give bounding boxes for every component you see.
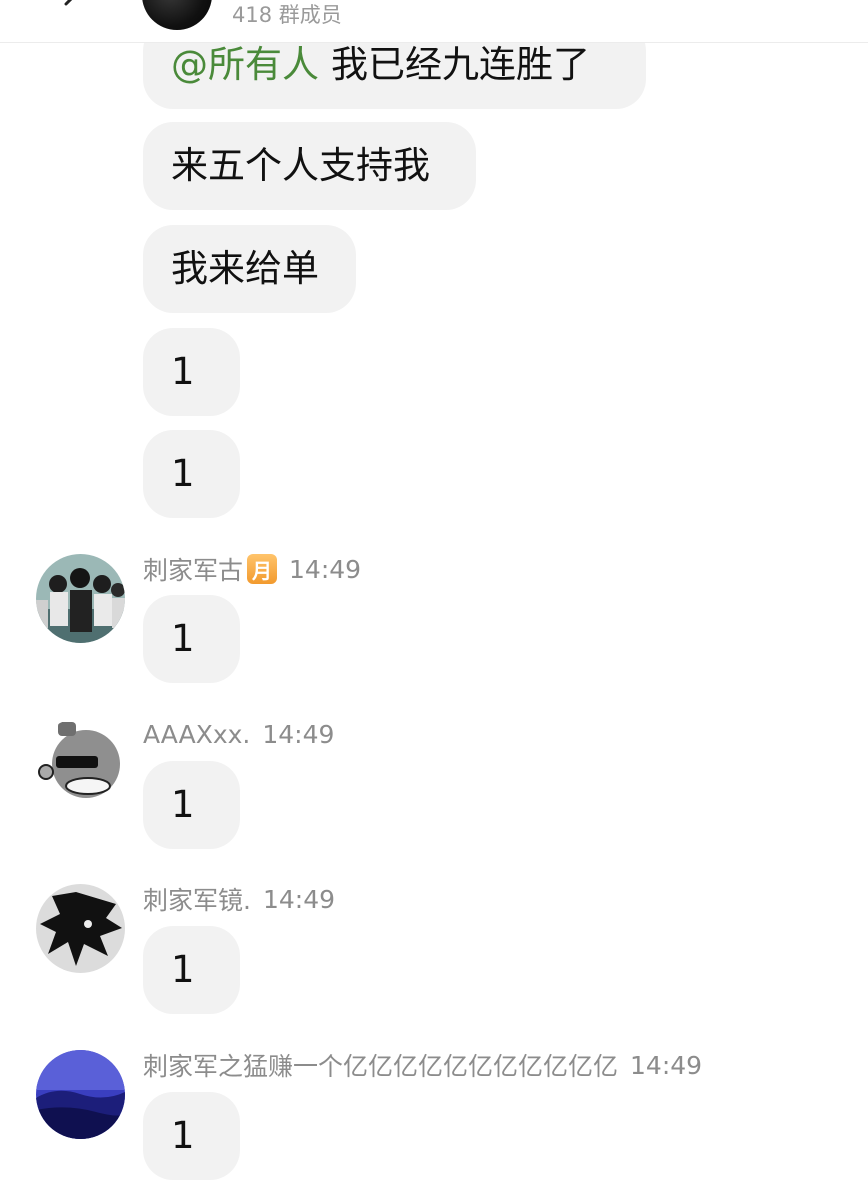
sender-name[interactable]: 刺家军古 [143, 551, 243, 587]
message-text: 1 [171, 617, 195, 660]
avatar[interactable] [36, 554, 125, 643]
message-bubble[interactable]: 1 [143, 1092, 240, 1180]
sender-row: 刺家军古 月 14:49 [143, 552, 361, 586]
message-bubble[interactable]: 1 [143, 595, 240, 683]
sender-row: 刺家军之猛赚一个亿亿亿亿亿亿亿亿亿亿亿 14:49 [143, 1048, 702, 1082]
message-text: 我来给单 [171, 247, 319, 290]
message-time: 14:49 [630, 1050, 703, 1080]
message-time: 14:49 [289, 554, 362, 584]
message-bubble[interactable]: 我来给单 [143, 225, 356, 313]
message-text: 1 [171, 1114, 195, 1157]
message-text: 1 [171, 452, 195, 495]
user-avatar-image [36, 718, 125, 807]
month-badge-icon: 月 [247, 554, 278, 584]
avatar[interactable] [36, 718, 125, 807]
avatar[interactable] [36, 884, 125, 973]
message-bubble[interactable]: 来五个人支持我 [143, 122, 476, 210]
user-avatar-image [36, 1050, 125, 1139]
user-avatar-image [36, 554, 125, 643]
message-text: 1 [171, 783, 195, 826]
mention-tag[interactable]: @所有人 [171, 45, 319, 85]
message-text: 来五个人支持我 [171, 144, 430, 187]
chat-header: 418 群成员 [0, 0, 868, 43]
sender-name[interactable]: 刺家军镜. [143, 881, 251, 917]
group-avatar[interactable] [142, 0, 212, 30]
message-text: 我已经九连胜了 [331, 43, 590, 86]
message-bubble[interactable]: 1 [143, 430, 240, 518]
member-count[interactable]: 418 群成员 [232, 2, 342, 28]
chevron-left-icon [64, 0, 73, 6]
message-bubble[interactable]: 1 [143, 328, 240, 416]
sender-name[interactable]: 刺家军之猛赚一个亿亿亿亿亿亿亿亿亿亿亿 [143, 1047, 618, 1083]
back-button[interactable] [52, 0, 92, 26]
sender-name[interactable]: AAAXxx. [143, 720, 250, 749]
sender-row: AAAXxx. 14:49 [143, 717, 334, 751]
avatar[interactable] [36, 1050, 125, 1139]
message-text: 1 [171, 948, 195, 991]
chat-screen: 418 群成员 @所有人 我已经九连胜了 来五个人支持我 我来给单 1 1 刺家… [0, 0, 868, 1200]
sender-row: 刺家军镜. 14:49 [143, 882, 335, 916]
message-bubble[interactable]: 1 [143, 926, 240, 1014]
user-avatar-image [36, 884, 125, 973]
message-text: 1 [171, 350, 195, 393]
message-bubble[interactable]: 1 [143, 761, 240, 849]
message-time: 14:49 [262, 719, 335, 749]
message-time: 14:49 [262, 884, 335, 914]
